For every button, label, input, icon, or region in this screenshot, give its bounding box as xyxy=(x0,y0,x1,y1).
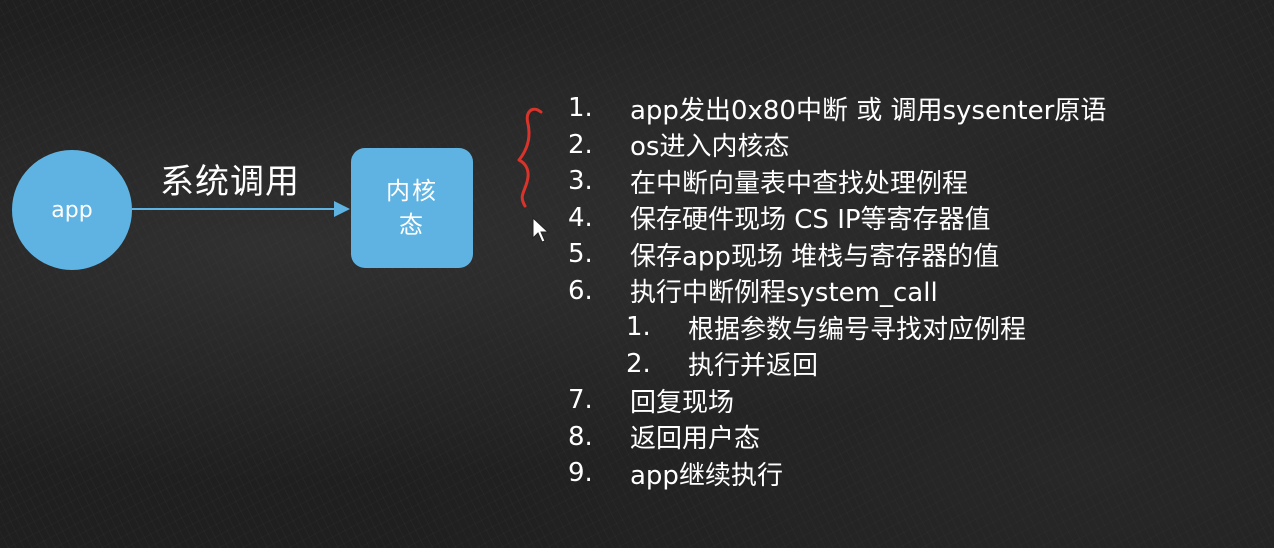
step-number: 8. xyxy=(568,421,593,452)
step-text: 返回用户态 xyxy=(630,424,761,455)
step-number: 5. xyxy=(568,239,593,270)
mouse-cursor-icon xyxy=(532,216,550,243)
step-text: 保存硬件现场 CS IP等寄存器值 xyxy=(630,205,991,236)
step-item: 7. 回复现场 xyxy=(568,382,1106,419)
kernel-node: 内核态 xyxy=(351,148,473,268)
step-text: 执行并返回 xyxy=(688,351,819,382)
step-text: os进入内核态 xyxy=(630,132,790,163)
step-number: 2. xyxy=(626,348,651,379)
step-text: 回复现场 xyxy=(630,387,735,418)
step-text: 在中断向量表中查找处理例程 xyxy=(630,168,969,199)
kernel-node-label: 内核态 xyxy=(386,177,438,239)
step-item: 2. os进入内核态 xyxy=(568,127,1106,164)
step-number: 1. xyxy=(626,312,651,343)
steps-list: 1. app发出0x80中断 或 调用sysenter原语 2. os进入内核态 3. 在… xyxy=(568,90,1106,492)
step-text: 根据参数与编号寻找对应例程 xyxy=(688,314,1027,345)
step-item: 5. 保存app现场 堆栈与寄存器的值 xyxy=(568,236,1106,273)
step-item: 6. 执行中断例程system_call xyxy=(568,273,1106,310)
step-item: 4. 保存硬件现场 CS IP等寄存器值 xyxy=(568,200,1106,237)
step-number: 4. xyxy=(568,202,593,233)
step-number: 6. xyxy=(568,275,593,306)
step-text: 保存app现场 堆栈与寄存器的值 xyxy=(630,241,1000,272)
step-item: 9. app继续执行 xyxy=(568,455,1106,492)
step-number: 7. xyxy=(568,385,593,416)
step-text: app发出0x80中断 或 调用sysenter原语 xyxy=(630,95,1107,126)
step-number: 9. xyxy=(568,458,593,489)
sub-step-item: 2. 执行并返回 xyxy=(568,346,1106,383)
step-text: 执行中断例程system_call xyxy=(630,278,938,309)
sub-step-item: 1. 根据参数与编号寻找对应例程 xyxy=(568,309,1106,346)
step-item: 1. app发出0x80中断 或 调用sysenter原语 xyxy=(568,90,1106,127)
red-brace-annotation xyxy=(517,107,543,208)
step-number: 3. xyxy=(568,166,593,197)
step-item: 3. 在中断向量表中查找处理例程 xyxy=(568,163,1106,200)
step-number: 1. xyxy=(568,93,593,124)
step-number: 2. xyxy=(568,129,593,160)
step-item: 8. 返回用户态 xyxy=(568,419,1106,456)
step-text: app继续执行 xyxy=(630,460,783,491)
